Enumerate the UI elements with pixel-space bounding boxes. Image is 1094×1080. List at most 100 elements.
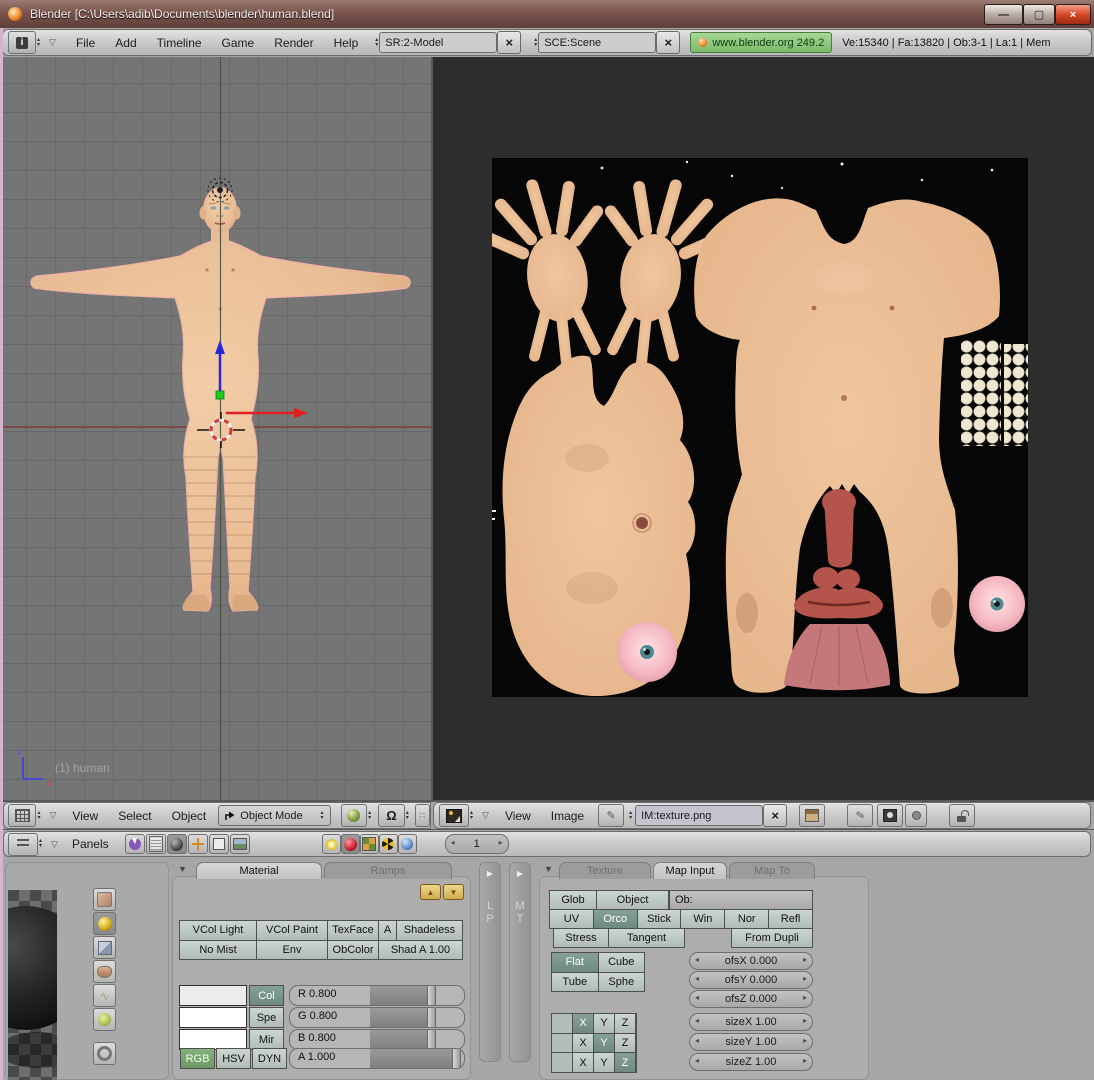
ofsz-field[interactable]: ◂ofsZ 0.000▸ — [689, 990, 813, 1008]
material-subcontext-button[interactable] — [341, 834, 360, 854]
ofsy-field[interactable]: ◂ofsY 0.000▸ — [689, 971, 813, 989]
preview-monkey-button[interactable] — [93, 960, 116, 983]
uv-window-type-button[interactable] — [439, 804, 469, 827]
toggle-cube[interactable]: Cube — [599, 953, 645, 972]
viewport-shading-dropdown[interactable] — [341, 804, 368, 827]
menu-timeline[interactable]: Timeline — [155, 36, 204, 50]
button-spe[interactable]: Spe — [249, 1007, 284, 1028]
material-move-up-button[interactable]: ▲ — [420, 884, 441, 900]
tab-map-to[interactable]: Map To — [729, 862, 815, 879]
shading-stepper[interactable]: ▴▾ — [367, 811, 372, 821]
button-col[interactable]: Col — [249, 985, 284, 1006]
tab-texture[interactable]: Texture — [559, 862, 651, 879]
pivot-dropdown[interactable]: Ω — [378, 804, 405, 827]
maximize-button[interactable]: ▢ — [1023, 4, 1055, 25]
preview-sky-button[interactable] — [93, 1008, 116, 1031]
editing-context-button[interactable] — [209, 834, 229, 854]
close-button[interactable]: × — [1055, 4, 1091, 25]
header-collapse-icon[interactable]: ▽ — [49, 37, 56, 48]
sizey-field[interactable]: ◂sizeY 1.00▸ — [689, 1033, 813, 1051]
toggle-from-dupli[interactable]: From Dupli — [731, 928, 813, 948]
toggle-nor[interactable]: Nor — [725, 910, 768, 928]
slider-g[interactable]: G 0.800 — [289, 1007, 465, 1028]
view3d-menu-object[interactable]: Object — [170, 809, 209, 823]
preview-hair-button[interactable]: ∿ — [93, 984, 116, 1007]
frame-number-field[interactable]: ◂ 1 ▸ — [445, 834, 509, 854]
panels-menu[interactable]: Panels — [70, 837, 111, 851]
mode-dropdown[interactable]: Object Mode ▴▾ — [218, 805, 330, 826]
collapsed-panel-links-pipeline[interactable]: ▶ L P — [479, 862, 501, 1062]
axis-blank-1[interactable] — [552, 1014, 572, 1033]
image-selector-stepper[interactable]: ▴▾ — [628, 811, 633, 821]
pivot-stepper[interactable]: ▴▾ — [405, 811, 410, 821]
toggle-texface[interactable]: TexFace — [328, 921, 378, 940]
toggle-flat[interactable]: Flat — [552, 953, 598, 972]
menu-render[interactable]: Render — [272, 36, 315, 50]
axis-z-row1[interactable]: Z — [615, 1014, 635, 1033]
collapsed-panel-mt[interactable]: ▶ M T — [509, 862, 531, 1062]
minimize-button[interactable]: — — [984, 4, 1023, 25]
axis-x-row3[interactable]: X — [573, 1053, 593, 1072]
menu-game[interactable]: Game — [220, 36, 257, 50]
axis-y-row1[interactable]: Y — [594, 1014, 614, 1033]
tab-material[interactable]: Material — [196, 862, 322, 879]
toggle-uv[interactable]: UV — [550, 910, 593, 928]
preview-cube-button[interactable] — [93, 936, 116, 959]
menu-add[interactable]: Add — [113, 36, 138, 50]
color-swatch-mir[interactable] — [179, 1029, 247, 1050]
viewport-3d[interactable]: z x (1) human — [3, 57, 432, 801]
tab-map-input[interactable]: Map Input — [653, 862, 727, 879]
toggle-env[interactable]: Env — [257, 941, 327, 960]
scene-close-icon[interactable]: × — [656, 31, 680, 54]
view3d-menu-select[interactable]: Select — [116, 809, 153, 823]
scene-context-button[interactable] — [230, 834, 250, 854]
slider-alpha[interactable]: A 1.000 — [289, 1048, 465, 1069]
ofsx-field[interactable]: ◂ofsX 0.000▸ — [689, 952, 813, 970]
ob-name-field[interactable]: Ob: — [669, 890, 813, 910]
view3d-window-type-stepper[interactable]: ▴▾ — [36, 811, 41, 821]
axis-x-row2[interactable]: X — [573, 1034, 593, 1053]
toggle-no-mist[interactable]: No Mist — [180, 941, 256, 960]
axis-y-row2[interactable]: Y — [594, 1034, 614, 1053]
world-subcontext-button[interactable] — [398, 834, 417, 854]
tab-ramps[interactable]: Ramps — [324, 862, 452, 879]
shading-context-button[interactable] — [167, 834, 187, 854]
uv-menu-view[interactable]: View — [503, 809, 533, 823]
preview-osa-button[interactable] — [93, 1042, 116, 1065]
radiosity-subcontext-button[interactable] — [379, 834, 398, 854]
material-panel-collapse-icon[interactable]: ▼ — [178, 864, 187, 874]
toggle-a[interactable]: A — [379, 921, 396, 940]
button-rgb[interactable]: RGB — [180, 1048, 215, 1069]
toggle-win[interactable]: Win — [681, 910, 724, 928]
sizex-field[interactable]: ◂sizeX 1.00▸ — [689, 1013, 813, 1031]
version-badge[interactable]: www.blender.org 249.2 — [690, 32, 832, 53]
material-move-down-button[interactable]: ▼ — [443, 884, 464, 900]
toggle-tube[interactable]: Tube — [552, 973, 598, 992]
draw-channel-button[interactable] — [877, 804, 903, 827]
uv-image-editor[interactable] — [433, 57, 1094, 801]
logic-context-button[interactable] — [125, 834, 145, 854]
window-type-button[interactable]: i — [8, 31, 36, 54]
axis-z-row2[interactable]: Z — [615, 1034, 635, 1053]
script-context-button[interactable] — [146, 834, 166, 854]
pack-image-button[interactable] — [799, 804, 825, 827]
record-button[interactable] — [905, 804, 927, 827]
view3d-collapse-icon[interactable]: ▽ — [50, 810, 57, 821]
axis-blank-2[interactable] — [552, 1034, 572, 1053]
toggle-orco[interactable]: Orco — [594, 910, 637, 928]
toggle-stress[interactable]: Stress — [554, 929, 608, 947]
button-mir[interactable]: Mir — [249, 1029, 284, 1050]
toggle-shadeless[interactable]: Shadeless — [397, 921, 462, 940]
toggle-object[interactable]: Object — [597, 891, 668, 909]
object-context-button[interactable] — [188, 834, 208, 854]
slider-b[interactable]: B 0.800 — [289, 1029, 465, 1050]
slider-shad-a[interactable]: Shad A 1.00 — [379, 941, 462, 960]
buttons-collapse-icon[interactable]: ▽ — [51, 839, 58, 850]
menu-file[interactable]: File — [74, 36, 97, 50]
sizez-field[interactable]: ◂sizeZ 1.00▸ — [689, 1053, 813, 1071]
button-hsv[interactable]: HSV — [216, 1048, 251, 1069]
scene-selector[interactable]: SCE:Scene — [538, 32, 656, 53]
preview-sphere-button[interactable] — [93, 912, 116, 935]
image-browse-button[interactable]: ✎ — [598, 804, 624, 827]
uv-menu-image[interactable]: Image — [549, 809, 586, 823]
